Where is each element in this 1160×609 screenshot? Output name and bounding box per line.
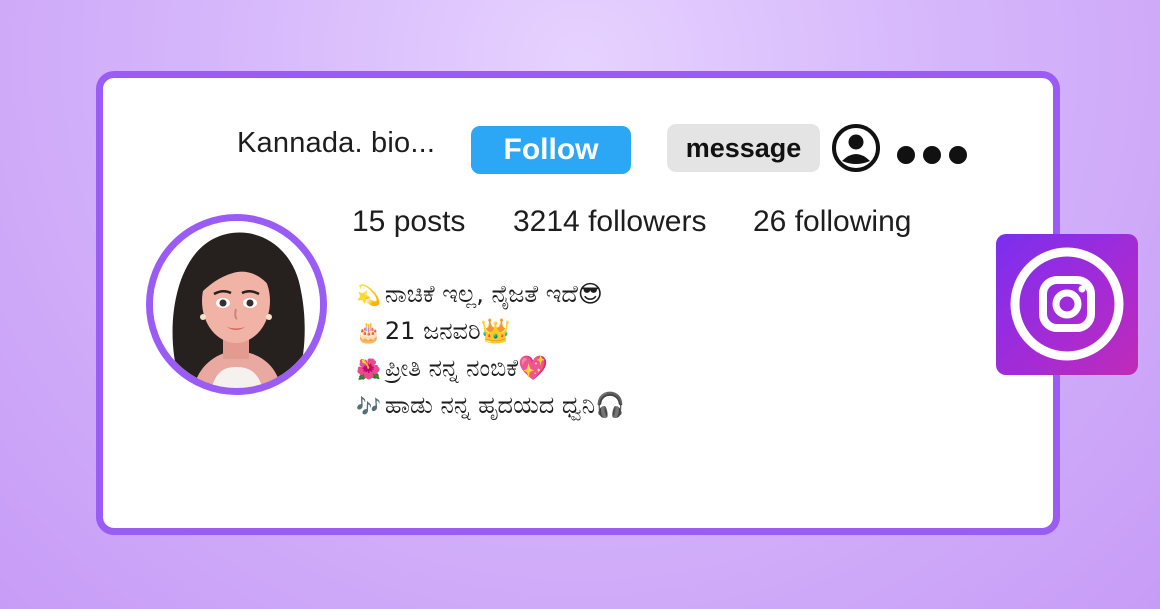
follow-button[interactable]: Follow	[471, 126, 631, 174]
bio-line: 🌺 ಪ್ರೀತಿ ನನ್ನ ನಂಬಿಕೆ💖	[356, 350, 625, 387]
bio-text: ನಾಚಿಕೆ ಇಲ್ಲ, ನೈಜತೆ ಇದೆ😎	[384, 280, 603, 308]
music-notes-icon: 🎶	[356, 394, 381, 418]
sparkle-icon: 💫	[356, 283, 381, 307]
instagram-logo-icon	[996, 234, 1138, 375]
more-dots-icon[interactable]	[895, 144, 969, 166]
bio-text: ಪ್ರೀತಿ ನನ್ನ ನಂಬಿಕೆ💖	[384, 354, 548, 382]
profile-avatar	[146, 214, 327, 395]
posts-count[interactable]: 15 posts	[352, 205, 465, 239]
flower-icon: 🌺	[356, 357, 381, 381]
following-count[interactable]: 26 following	[753, 205, 911, 239]
followers-count[interactable]: 3214 followers	[513, 205, 706, 239]
bio-line: 🎶 ಹಾಡು ನನ್ನ ಹೃದಯದ ಧ್ವನಿ🎧	[356, 387, 625, 424]
message-button[interactable]: message	[667, 124, 820, 172]
bio-text: 21 ಜನವರಿ👑	[384, 317, 511, 345]
cake-icon: 🎂	[356, 320, 381, 344]
user-circle-icon[interactable]	[831, 123, 881, 173]
profile-username: Kannada. bio...	[237, 127, 436, 159]
bio-text: ಹಾಡು ನನ್ನ ಹೃದಯದ ಧ್ವನಿ🎧	[384, 391, 625, 419]
bio-line: 💫 ನಾಚಿಕೆ ಇಲ್ಲ, ನೈಜತೆ ಇದೆ😎	[356, 276, 625, 313]
bio-section: 💫 ನಾಚಿಕೆ ಇಲ್ಲ, ನೈಜತೆ ಇದೆ😎 🎂 21 ಜನವರಿ👑 🌺 ಪ್ರ…	[356, 276, 625, 424]
bio-line: 🎂 21 ಜನವರಿ👑	[356, 313, 625, 350]
